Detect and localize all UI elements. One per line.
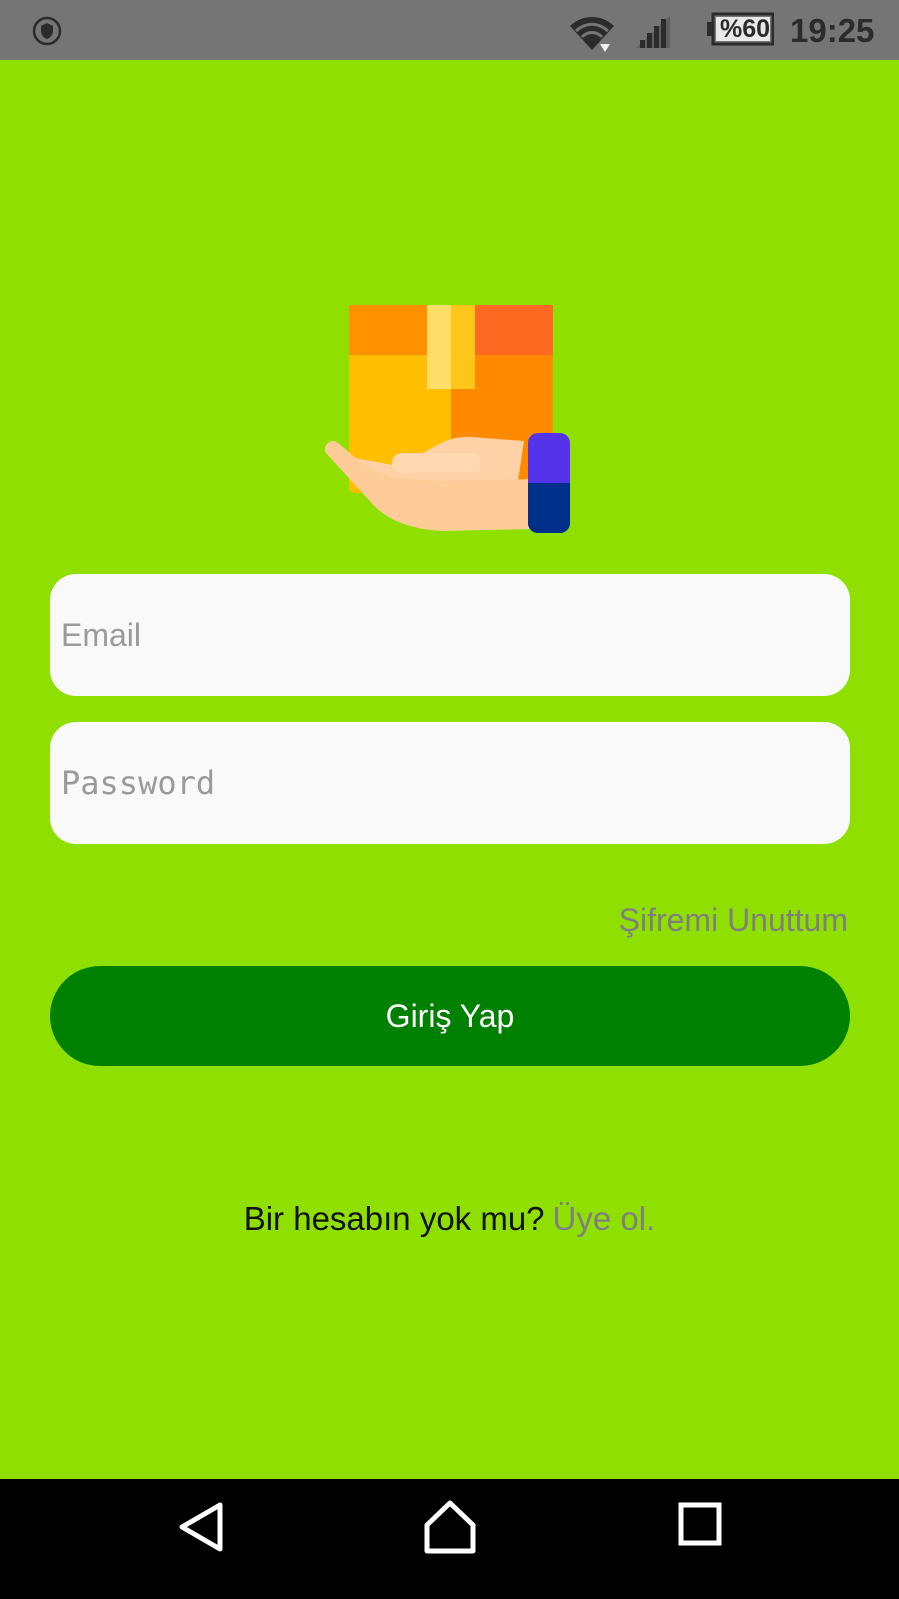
recent-apps-icon[interactable] — [677, 1501, 723, 1547]
signup-row: Bir hesabın yok mu? Üye ol. — [0, 1198, 899, 1240]
signup-prompt: Bir hesabın yok mu? — [243, 1200, 545, 1237]
back-icon[interactable] — [176, 1499, 228, 1555]
signup-link[interactable]: Üye ol. — [553, 1200, 656, 1237]
shield-icon — [32, 16, 62, 46]
password-input[interactable] — [50, 722, 850, 844]
login-button[interactable]: Giriş Yap — [50, 966, 850, 1066]
navigation-bar — [0, 1479, 899, 1599]
battery-level: %60 — [719, 15, 771, 43]
signal-icon — [636, 16, 670, 48]
wifi-icon — [570, 17, 614, 52]
hand-holding-package-icon — [324, 305, 570, 533]
forgot-password-link[interactable]: Şifremi Unuttum — [619, 900, 848, 940]
email-field-container — [50, 574, 850, 696]
home-icon[interactable] — [423, 1499, 477, 1555]
password-field-container — [50, 722, 850, 844]
status-bar: %60 19:25 — [0, 0, 899, 60]
email-input[interactable] — [50, 574, 850, 696]
status-time: 19:25 — [790, 12, 875, 49]
